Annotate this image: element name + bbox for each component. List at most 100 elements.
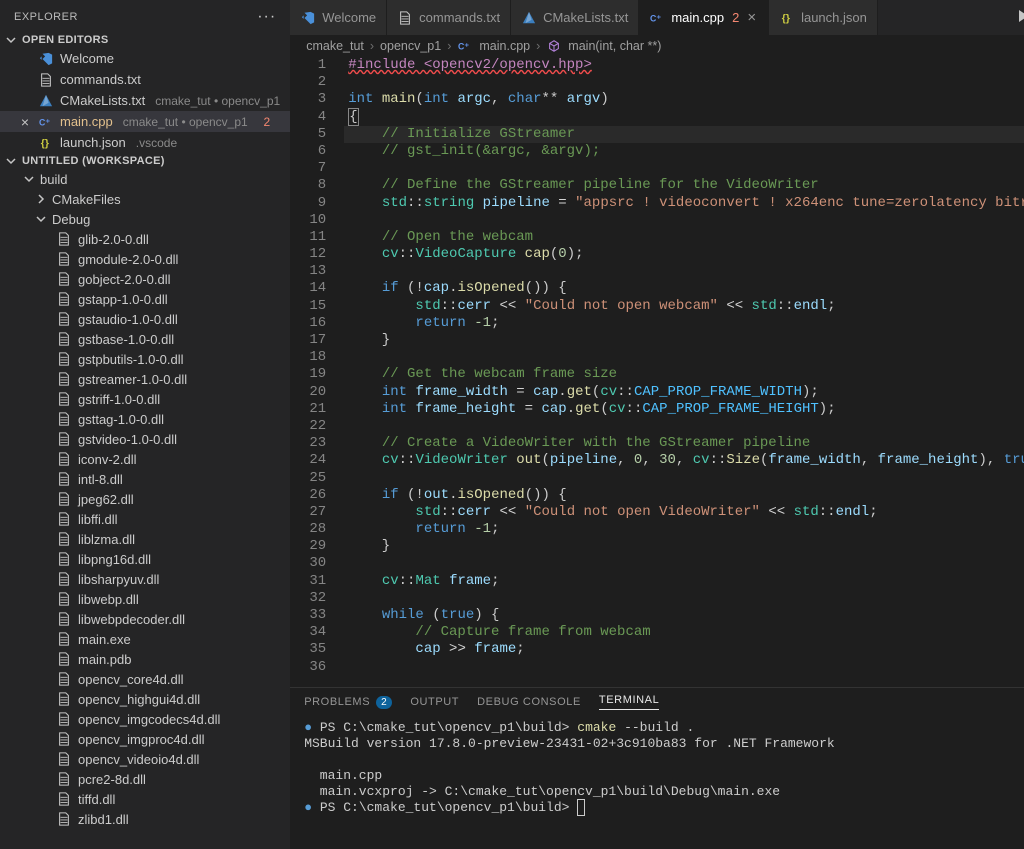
file-row[interactable]: main.exe xyxy=(0,629,290,649)
file-row[interactable]: intl-8.dll xyxy=(0,469,290,489)
file-row[interactable]: gstvideo-1.0-0.dll xyxy=(0,429,290,449)
debug-console-tab[interactable]: DEBUG CONSOLE xyxy=(477,696,581,708)
cube-icon xyxy=(546,38,562,54)
file-row[interactable]: gsttag-1.0-0.dll xyxy=(0,409,290,429)
folder-row[interactable]: CMakeFiles xyxy=(0,189,290,209)
breadcrumb-item[interactable]: opencv_p1 xyxy=(380,39,441,53)
file-icon xyxy=(56,811,72,827)
error-count: 2 xyxy=(264,115,271,129)
file-row[interactable]: gobject-2.0-0.dll xyxy=(0,269,290,289)
breadcrumb-item[interactable]: main.cpp xyxy=(479,39,530,53)
file-row[interactable]: gstreamer-1.0-0.dll xyxy=(0,369,290,389)
cpp-icon: C⁺ xyxy=(649,10,665,26)
file-icon xyxy=(56,671,72,687)
svg-text:C⁺: C⁺ xyxy=(458,42,469,52)
file-tree: buildCMakeFiles Debug glib-2.0-0.dllgmodul… xyxy=(0,169,290,849)
open-editor-item[interactable]: ×CMakeLists.txtcmake_tut • opencv_p1 xyxy=(0,90,290,111)
file-icon xyxy=(56,411,72,427)
chevron-down-icon xyxy=(34,214,48,224)
open-editor-item[interactable]: ×C⁺main.cppcmake_tut • opencv_p12 xyxy=(0,111,290,132)
file-icon xyxy=(56,551,72,567)
file-row[interactable]: gstbase-1.0-0.dll xyxy=(0,329,290,349)
folder-row[interactable]: build xyxy=(0,169,290,189)
file-row[interactable]: libpng16d.dll xyxy=(0,549,290,569)
file-icon xyxy=(397,10,413,26)
svg-text:{}: {} xyxy=(782,12,790,24)
file-row[interactable]: liblzma.dll xyxy=(0,529,290,549)
file-name: gstpbutils-1.0-0.dll xyxy=(78,352,184,367)
file-name: pcre2-8d.dll xyxy=(78,772,146,787)
vscode-icon xyxy=(38,51,54,67)
file-row[interactable]: iconv-2.dll xyxy=(0,449,290,469)
folder-row[interactable]: Debug xyxy=(0,209,290,229)
file-row[interactable]: gstpbutils-1.0-0.dll xyxy=(0,349,290,369)
problems-tab[interactable]: PROBLEMS 2 xyxy=(304,696,392,709)
file-icon xyxy=(56,431,72,447)
file-icon xyxy=(56,311,72,327)
open-editor-item[interactable]: ×{}launch.json.vscode xyxy=(0,132,290,153)
file-row[interactable]: gmodule-2.0-0.dll xyxy=(0,249,290,269)
file-row[interactable]: glib-2.0-0.dll xyxy=(0,229,290,249)
tab-label: CMakeLists.txt xyxy=(543,10,628,25)
breadcrumb-item[interactable]: main(int, char **) xyxy=(568,39,661,53)
terminal-body[interactable]: ● PS C:\cmake_tut\opencv_p1\build> cmake… xyxy=(290,716,1024,849)
file-path: cmake_tut • opencv_p1 xyxy=(123,115,248,129)
open-editors-section[interactable]: OPEN EDITORS xyxy=(0,32,290,48)
editor-tab[interactable]: {}launch.json xyxy=(769,0,878,35)
file-row[interactable]: opencv_highgui4d.dll xyxy=(0,689,290,709)
file-name: opencv_highgui4d.dll xyxy=(78,692,200,707)
chevron-down-icon xyxy=(4,35,18,45)
file-icon xyxy=(56,711,72,727)
file-row[interactable]: tiffd.dll xyxy=(0,789,290,809)
file-icon xyxy=(56,271,72,287)
editor-tab[interactable]: commands.txt xyxy=(387,0,511,35)
folder-name: Debug xyxy=(52,212,90,227)
file-icon xyxy=(56,231,72,247)
file-name: launch.json xyxy=(60,135,126,150)
file-name: opencv_imgproc4d.dll xyxy=(78,732,204,747)
editor-tab[interactable]: C⁺main.cpp2× xyxy=(639,0,769,35)
more-actions-icon[interactable]: ··· xyxy=(257,8,276,26)
file-icon xyxy=(56,491,72,507)
editor-tab[interactable]: CMakeLists.txt xyxy=(511,0,639,35)
file-name: intl-8.dll xyxy=(78,472,123,487)
file-row[interactable]: main.pdb xyxy=(0,649,290,669)
file-row[interactable]: libwebpdecoder.dll xyxy=(0,609,290,629)
file-row[interactable]: opencv_imgproc4d.dll xyxy=(0,729,290,749)
file-row[interactable]: opencv_core4d.dll xyxy=(0,669,290,689)
file-row[interactable]: zlibd1.dll xyxy=(0,809,290,829)
file-icon xyxy=(56,631,72,647)
terminal-tab[interactable]: TERMINAL xyxy=(599,694,659,710)
editor-tab[interactable]: Welcome xyxy=(290,0,387,35)
file-path: .vscode xyxy=(136,136,177,150)
code-editor[interactable]: 1234567891011121314151617181920212223242… xyxy=(290,57,1024,687)
run-icon[interactable] xyxy=(1015,8,1024,27)
file-row[interactable]: opencv_videoio4d.dll xyxy=(0,749,290,769)
file-name: gstbase-1.0-0.dll xyxy=(78,332,174,347)
open-editor-item[interactable]: ×commands.txt xyxy=(0,69,290,90)
file-icon xyxy=(56,511,72,527)
file-row[interactable]: gstapp-1.0-0.dll xyxy=(0,289,290,309)
file-row[interactable]: libffi.dll xyxy=(0,509,290,529)
file-icon xyxy=(56,791,72,807)
breadcrumb-item[interactable]: cmake_tut xyxy=(306,39,364,53)
close-icon[interactable]: × xyxy=(18,115,32,129)
file-icon xyxy=(56,731,72,747)
error-badge: 2 xyxy=(732,10,739,25)
output-tab[interactable]: OUTPUT xyxy=(410,696,459,708)
breadcrumbs[interactable]: cmake_tut›opencv_p1›C⁺main.cpp›main(int,… xyxy=(290,35,1024,57)
file-icon xyxy=(56,571,72,587)
svg-text:C⁺: C⁺ xyxy=(39,117,50,127)
close-icon[interactable]: × xyxy=(745,9,758,26)
file-row[interactable]: opencv_imgcodecs4d.dll xyxy=(0,709,290,729)
file-row[interactable]: libsharpyuv.dll xyxy=(0,569,290,589)
file-row[interactable]: pcre2-8d.dll xyxy=(0,769,290,789)
open-editor-item[interactable]: ×Welcome xyxy=(0,48,290,69)
file-row[interactable]: gstriff-1.0-0.dll xyxy=(0,389,290,409)
file-row[interactable]: gstaudio-1.0-0.dll xyxy=(0,309,290,329)
workspace-section[interactable]: UNTITLED (WORKSPACE) xyxy=(0,153,290,169)
file-row[interactable]: jpeg62.dll xyxy=(0,489,290,509)
file-row[interactable]: libwebp.dll xyxy=(0,589,290,609)
code-content[interactable]: #include <opencv2/opencv.hpp> int main(i… xyxy=(344,57,1024,687)
file-name: jpeg62.dll xyxy=(78,492,134,507)
